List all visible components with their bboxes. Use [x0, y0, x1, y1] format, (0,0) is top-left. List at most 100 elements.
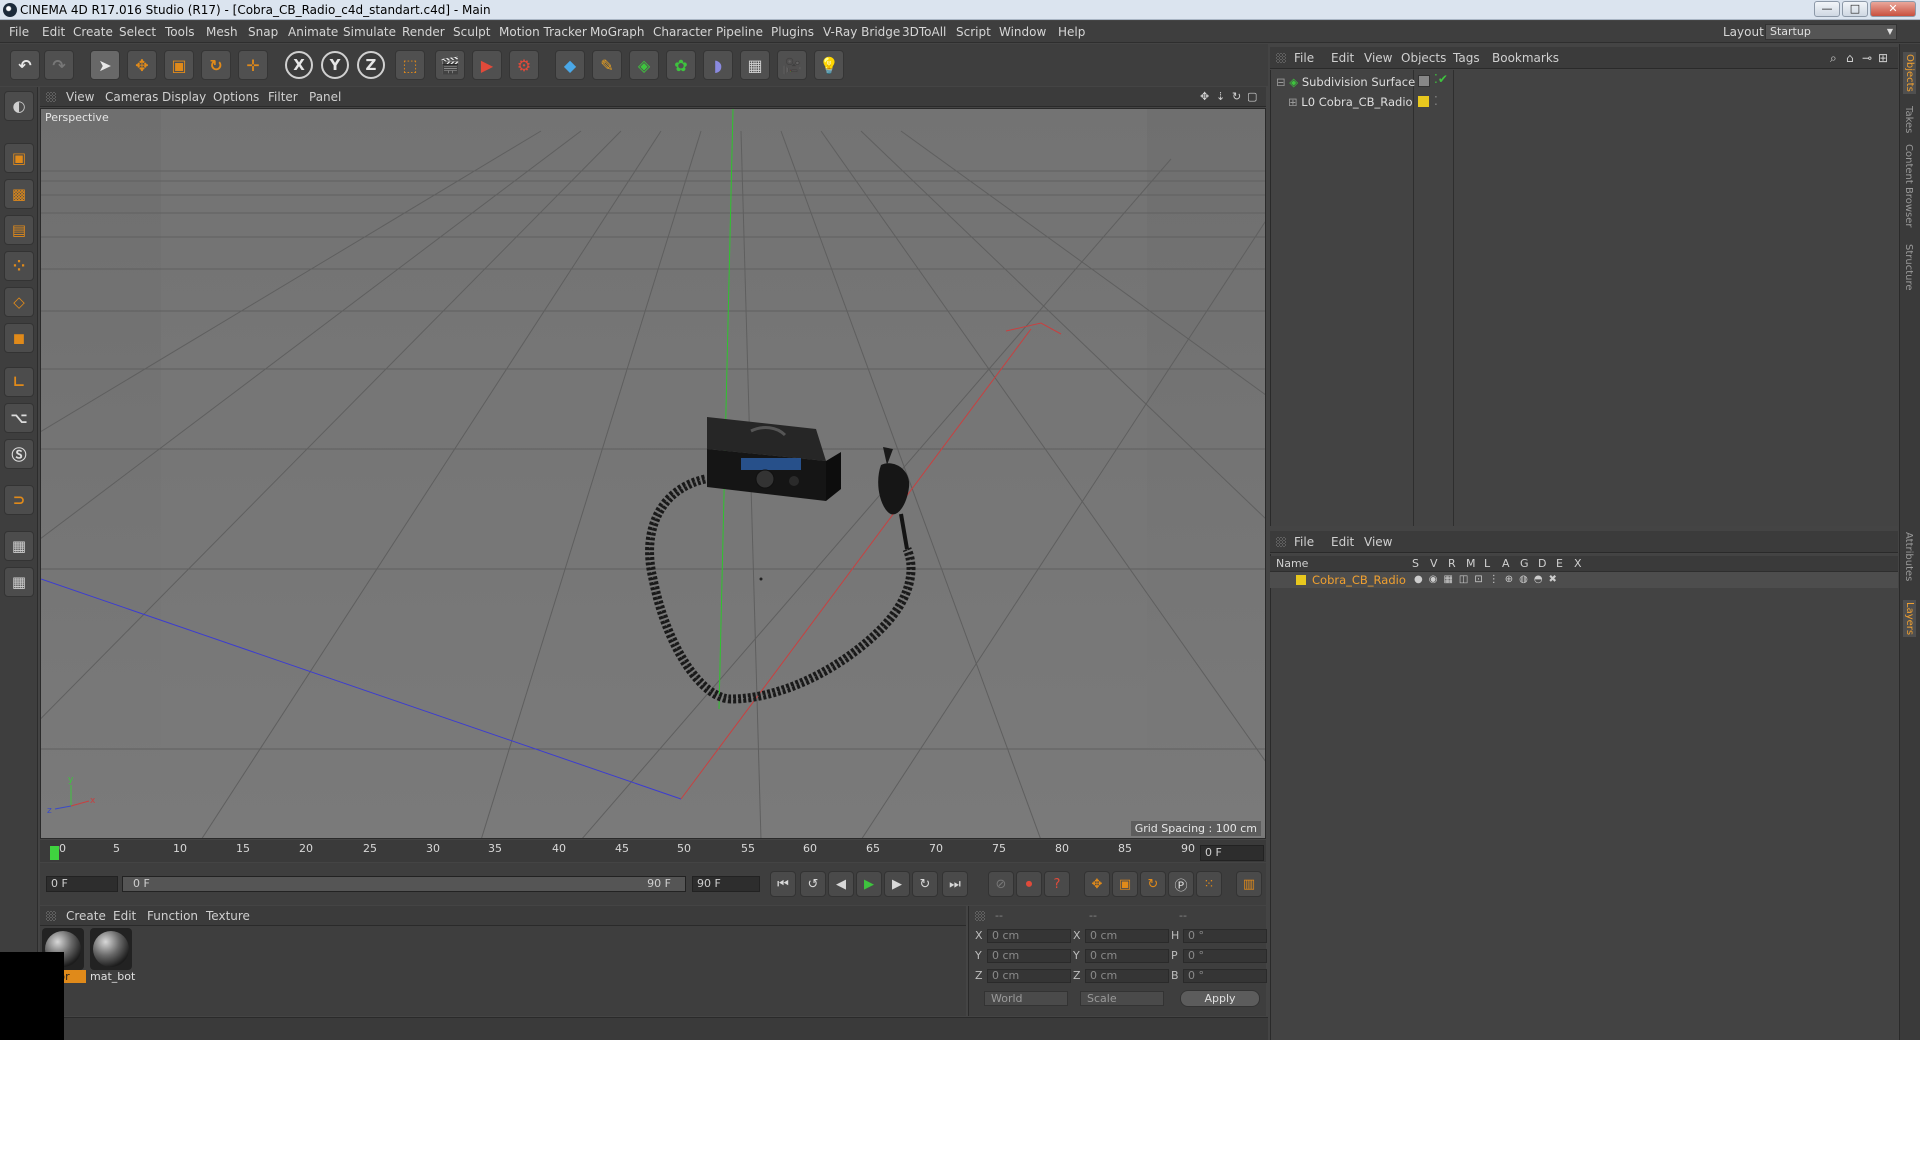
menu-help[interactable]: Help: [1058, 21, 1085, 43]
undo-button[interactable]: ↶: [10, 50, 40, 80]
size-x-field[interactable]: 0 cm: [1085, 929, 1169, 943]
collapse-icon[interactable]: ⊟: [1276, 75, 1286, 89]
tab-layers[interactable]: Layers: [1903, 600, 1916, 638]
go-to-end-button[interactable]: ⏭: [942, 871, 968, 897]
menu-mesh[interactable]: Mesh: [206, 21, 238, 43]
visibility-dots-icon[interactable]: ⁚: [1434, 94, 1438, 108]
coordinate-mode-select[interactable]: World: [984, 991, 1068, 1006]
material-menu-create[interactable]: Create: [66, 906, 106, 926]
lm-menu-file[interactable]: File: [1294, 531, 1314, 553]
spline-pen-button[interactable]: ✎: [592, 50, 622, 80]
rotation-h-field[interactable]: 0 °: [1183, 929, 1267, 943]
viewport-menu-filter[interactable]: Filter: [268, 87, 298, 107]
menu-vray-bridge[interactable]: V-Ray Bridge: [823, 21, 900, 43]
menu-file[interactable]: File: [9, 21, 29, 43]
lm-menu-view[interactable]: View: [1364, 531, 1392, 553]
workplane-mode-button[interactable]: ▤: [4, 215, 34, 245]
om-menu-view[interactable]: View: [1364, 47, 1392, 69]
om-menu-file[interactable]: File: [1294, 47, 1314, 69]
menu-select[interactable]: Select: [119, 21, 156, 43]
viewport-menu-view[interactable]: View: [66, 87, 94, 107]
3d-viewport[interactable]: y x z Perspective Grid Spacing : 100 cm: [40, 108, 1266, 839]
om-menu-tags[interactable]: Tags: [1453, 47, 1480, 69]
size-mode-select[interactable]: Scale: [1080, 991, 1164, 1006]
object-row-cobra-cb-radio[interactable]: ⊞ L0 Cobra_CB_Radio: [1288, 93, 1413, 111]
points-mode-button[interactable]: ⁘: [4, 251, 34, 281]
menu-tools[interactable]: Tools: [165, 21, 195, 43]
key-parameter-button[interactable]: Ⓟ: [1168, 871, 1194, 897]
menu-script[interactable]: Script: [956, 21, 991, 43]
previous-key-button[interactable]: ↺: [800, 871, 826, 897]
current-frame-field[interactable]: 0 F: [1200, 845, 1264, 861]
magnet-button[interactable]: ⊃: [4, 485, 34, 515]
om-menu-objects[interactable]: Objects: [1401, 47, 1446, 69]
autokeying-button[interactable]: ?: [1044, 871, 1070, 897]
home-icon[interactable]: ⌂: [1846, 47, 1854, 69]
material-swatch[interactable]: mat_bot: [90, 928, 135, 988]
cube-object-button[interactable]: ◆: [555, 50, 585, 80]
apply-button[interactable]: Apply: [1180, 990, 1260, 1007]
menu-window[interactable]: Window: [999, 21, 1046, 43]
move-tool-button[interactable]: ✥: [127, 50, 157, 80]
frame-range-slider[interactable]: 0 F 90 F: [122, 876, 686, 892]
planar-workplane-button[interactable]: ▦: [4, 567, 34, 597]
deformer-button[interactable]: ◗: [703, 50, 733, 80]
menu-edit[interactable]: Edit: [42, 21, 65, 43]
position-y-field[interactable]: 0 cm: [987, 949, 1071, 963]
menu-plugins[interactable]: Plugins: [771, 21, 814, 43]
menu-mograph[interactable]: MoGraph: [590, 21, 645, 43]
select-tool-button[interactable]: ➤: [90, 50, 120, 80]
camera-button[interactable]: 🎥: [777, 50, 807, 80]
x-axis-lock-button[interactable]: X: [285, 51, 313, 79]
start-frame-field[interactable]: 0 F: [46, 876, 118, 892]
render-settings-button[interactable]: ⚙: [509, 50, 539, 80]
coordinate-system-button[interactable]: ⬚: [395, 50, 425, 80]
close-button[interactable]: ✕: [1870, 1, 1916, 17]
workplane-lock-button[interactable]: ▦: [4, 531, 34, 561]
om-menu-bookmarks[interactable]: Bookmarks: [1492, 47, 1559, 69]
lm-menu-edit[interactable]: Edit: [1331, 531, 1354, 553]
viewport-menu-cameras[interactable]: Cameras: [105, 87, 158, 107]
y-axis-lock-button[interactable]: Y: [321, 51, 349, 79]
redo-button[interactable]: ↷: [44, 50, 74, 80]
enabled-check-icon[interactable]: ⁚✔: [1434, 72, 1448, 86]
viewport-zoom-icon[interactable]: ⇣: [1216, 87, 1225, 107]
timeline-ruler[interactable]: 0 5 10 15 20 25 30 35 40 45 50 55 60 65 …: [40, 840, 1266, 862]
menu-pipeline[interactable]: Pipeline: [716, 21, 763, 43]
menu-animate[interactable]: Animate: [288, 21, 338, 43]
viewport-menu-display[interactable]: Display: [162, 87, 206, 107]
material-menu-function[interactable]: Function: [147, 906, 198, 926]
next-frame-button[interactable]: ▶: [884, 871, 910, 897]
axis-mode-button[interactable]: ∟: [4, 367, 34, 397]
layer-color-swatch[interactable]: [1296, 575, 1306, 585]
new-window-icon[interactable]: ⊞: [1878, 47, 1888, 69]
timeline-window-button[interactable]: ▥: [1236, 871, 1262, 897]
viewport-toggle-icon[interactable]: ▢: [1247, 87, 1257, 107]
material-menu-edit[interactable]: Edit: [113, 906, 136, 926]
previous-frame-button[interactable]: ◀: [828, 871, 854, 897]
key-scale-button[interactable]: ▣: [1112, 871, 1138, 897]
floor-environment-button[interactable]: ▦: [740, 50, 770, 80]
menu-snap[interactable]: Snap: [248, 21, 278, 43]
key-point-level-button[interactable]: ⁙: [1196, 871, 1222, 897]
menu-simulate[interactable]: Simulate: [343, 21, 396, 43]
model-mode-button[interactable]: ▣: [4, 143, 34, 173]
layer-color-icon[interactable]: [1418, 96, 1429, 107]
current-frame-marker[interactable]: [50, 846, 59, 860]
play-button[interactable]: ▶: [856, 871, 882, 897]
light-button[interactable]: 💡: [814, 50, 844, 80]
size-z-field[interactable]: 0 cm: [1085, 969, 1169, 983]
make-editable-button[interactable]: ◐: [4, 91, 34, 121]
menu-character[interactable]: Character: [653, 21, 712, 43]
layout-select[interactable]: Startup ▼: [1765, 24, 1897, 40]
rotation-b-field[interactable]: 0 °: [1183, 969, 1267, 983]
rotation-p-field[interactable]: 0 °: [1183, 949, 1267, 963]
om-menu-edit[interactable]: Edit: [1331, 47, 1354, 69]
cloner-button[interactable]: ✿: [666, 50, 696, 80]
menu-3dtoall[interactable]: 3DToAll: [902, 21, 946, 43]
position-z-field[interactable]: 0 cm: [987, 969, 1071, 983]
search-icon[interactable]: ⌕: [1830, 47, 1837, 69]
render-view-button[interactable]: 🎬: [435, 50, 465, 80]
motion-record-button[interactable]: ⊘: [988, 871, 1014, 897]
link-icon[interactable]: ⊸: [1862, 47, 1872, 69]
